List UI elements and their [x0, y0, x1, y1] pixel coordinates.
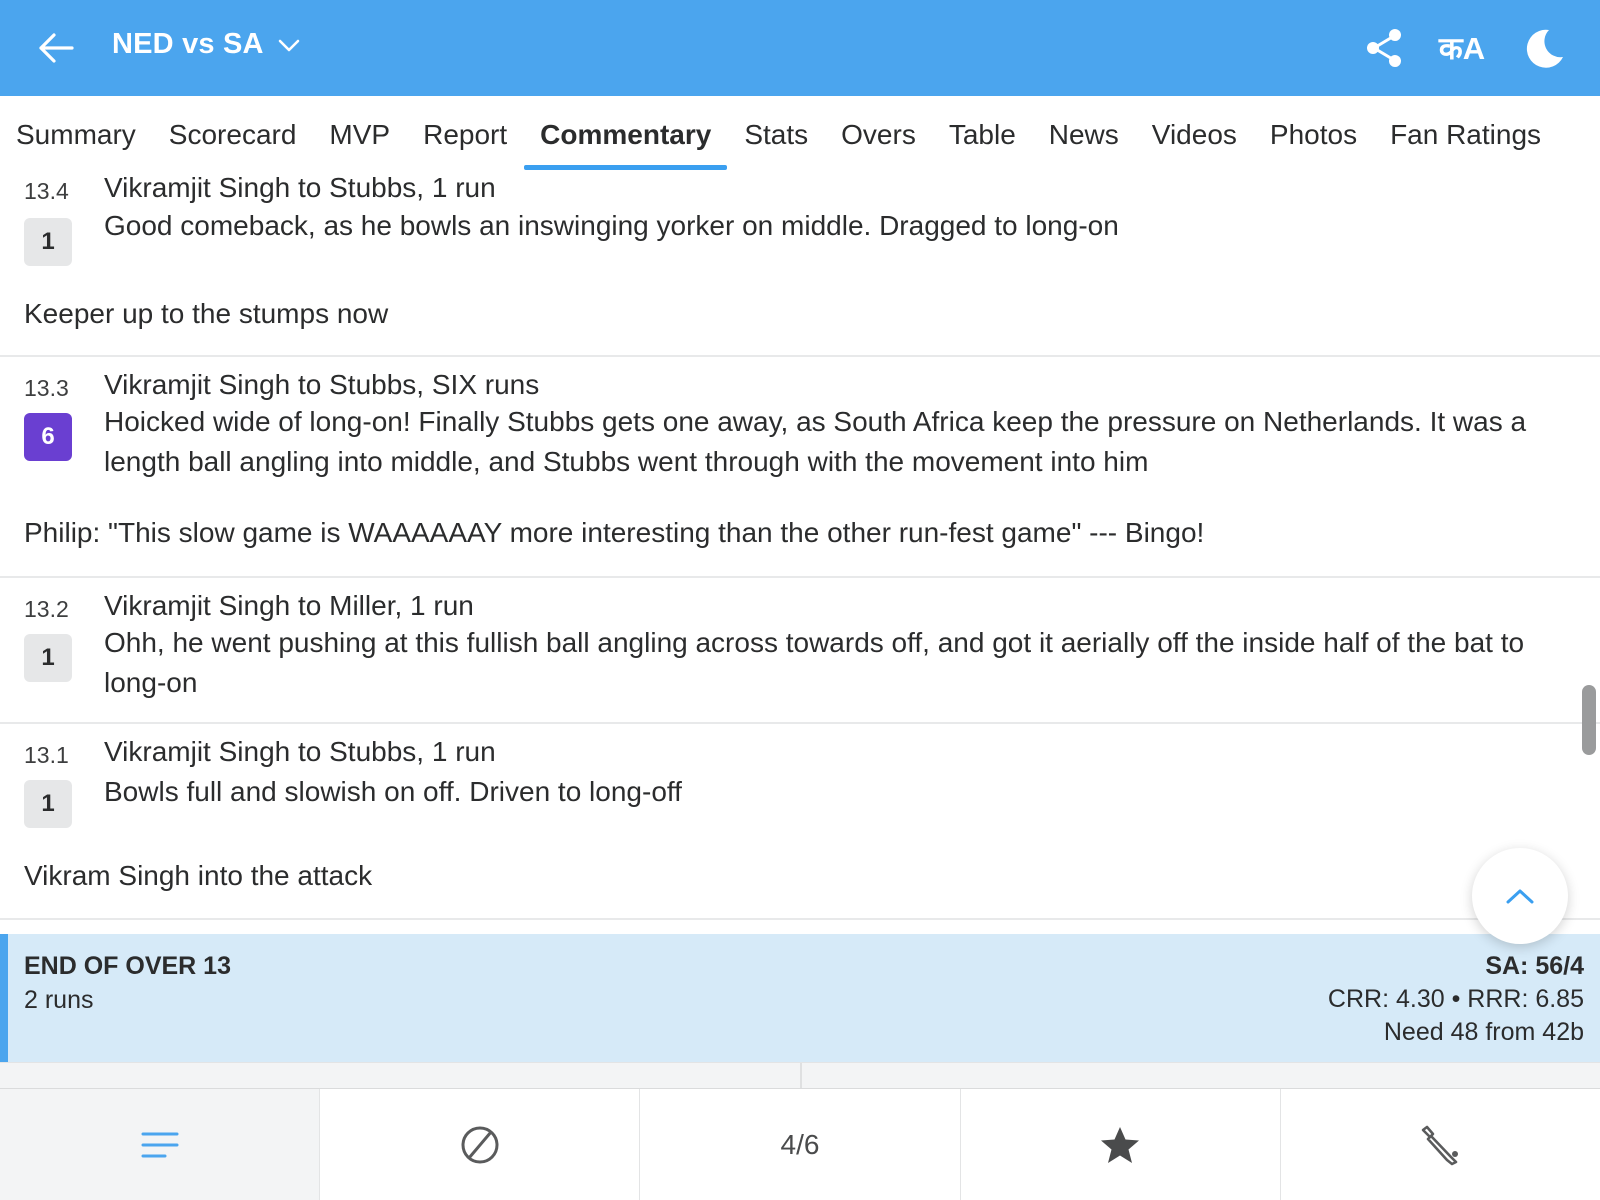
ball-text: Ohh, he went pushing at this fullish bal…	[104, 627, 1525, 698]
tab-news[interactable]: News	[1049, 96, 1119, 174]
scrollbar-thumb[interactable]	[1582, 685, 1596, 755]
run-rates: CRR: 4.30 • RRR: 6.85	[1327, 985, 1584, 1013]
share-icon	[1367, 29, 1401, 67]
tab-report[interactable]: Report	[423, 96, 507, 174]
tab-mvp[interactable]: MVP	[329, 96, 390, 174]
tab-fan-ratings[interactable]: Fan Ratings	[1390, 96, 1541, 174]
commentary-item: 13.2 1 Vikramjit Singh to Miller, 1 run …	[0, 578, 1600, 724]
over-number: 13.2	[24, 596, 69, 622]
highlights-button[interactable]	[961, 1089, 1281, 1200]
moon-icon	[1526, 29, 1563, 68]
page-counter-label: 4/6	[780, 1128, 820, 1160]
tab-overs[interactable]: Overs	[841, 96, 916, 174]
over-number: 13.1	[24, 742, 69, 768]
ball-title: Vikramjit Singh to Stubbs, SIX runs	[104, 369, 540, 400]
ball-title: Vikramjit Singh to Miller, 1 run	[104, 590, 474, 621]
commentary-item: 13.3 6 Vikramjit Singh to Stubbs, SIX ru…	[0, 357, 1600, 578]
match-selector[interactable]: NED vs SA	[112, 28, 300, 61]
commentary-item: 13.4 1 Vikramjit Singh to Stubbs, 1 run …	[0, 174, 1600, 357]
runs-badge: 1	[24, 780, 72, 828]
tab-scorecard[interactable]: Scorecard	[169, 96, 297, 174]
over-runs: 2 runs	[24, 986, 94, 1014]
scroll-top-button[interactable]	[1472, 848, 1568, 944]
tab-summary[interactable]: Summary	[16, 96, 136, 174]
menu-icon	[141, 1132, 179, 1157]
over-number: 13.3	[24, 375, 69, 401]
match-tabs: Summary Scorecard MVP Report Commentary …	[0, 96, 1600, 174]
match-title: NED vs SA	[112, 28, 264, 60]
tab-commentary[interactable]: Commentary	[524, 96, 728, 174]
batter-bowler-strip	[0, 1062, 1600, 1089]
chevron-up-icon	[1506, 889, 1534, 904]
back-button[interactable]	[34, 26, 78, 70]
language-button[interactable]: क​A	[1438, 24, 1486, 72]
runs-badge: 1	[24, 218, 72, 266]
commentary-note: Vikram Singh into the attack	[24, 860, 373, 891]
commentary-note: Keeper up to the stumps now	[24, 298, 389, 329]
end-of-over-summary: END OF OVER 13 2 runs SA: 56/4 CRR: 4.30…	[0, 934, 1600, 1062]
page-counter[interactable]: 4/6	[640, 1089, 961, 1200]
ball-text: Hoicked wide of long-on! Finally Stubbs …	[104, 406, 1527, 477]
runs-badge: 6	[24, 413, 72, 461]
team-score: SA: 56/4	[1485, 952, 1584, 980]
batting-button[interactable]	[1281, 1089, 1600, 1200]
bat-icon	[1422, 1125, 1459, 1165]
tab-photos[interactable]: Photos	[1270, 96, 1357, 174]
ball-icon	[461, 1126, 499, 1163]
ball-title: Vikramjit Singh to Stubbs, 1 run	[104, 174, 496, 203]
commentary-note: Philip: "This slow game is WAAAAAAY more…	[24, 517, 1205, 548]
tab-table[interactable]: Table	[949, 96, 1016, 174]
dark-mode-button[interactable]	[1520, 24, 1568, 72]
back-arrow-icon	[39, 33, 74, 63]
tab-videos[interactable]: Videos	[1152, 96, 1237, 174]
bottom-toolbar: 4/6	[0, 1088, 1600, 1200]
over-number: 13.4	[24, 178, 69, 204]
target-requirement: Need 48 from 42b	[1383, 1018, 1584, 1046]
ball-text: Bowls full and slowish on off. Driven to…	[104, 776, 682, 807]
ball-text: Good comeback, as he bowls an inswinging…	[104, 210, 1119, 241]
language-icon: क​A	[1438, 31, 1486, 66]
tab-stats[interactable]: Stats	[744, 96, 808, 174]
app-header: NED vs SA क​A	[0, 0, 1600, 96]
end-of-over-heading: END OF OVER 13	[24, 952, 231, 980]
full-commentary-button[interactable]	[0, 1089, 321, 1200]
chevron-down-icon	[278, 39, 299, 51]
divider	[800, 1063, 802, 1089]
commentary-item: 13.1 1 Vikramjit Singh to Stubbs, 1 run …	[0, 724, 1600, 920]
star-icon	[1101, 1126, 1140, 1163]
runs-badge: 1	[24, 634, 72, 682]
share-button[interactable]	[1360, 24, 1408, 72]
ball-title: Vikramjit Singh to Stubbs, 1 run	[104, 736, 496, 767]
wickets-filter-button[interactable]	[320, 1089, 641, 1200]
